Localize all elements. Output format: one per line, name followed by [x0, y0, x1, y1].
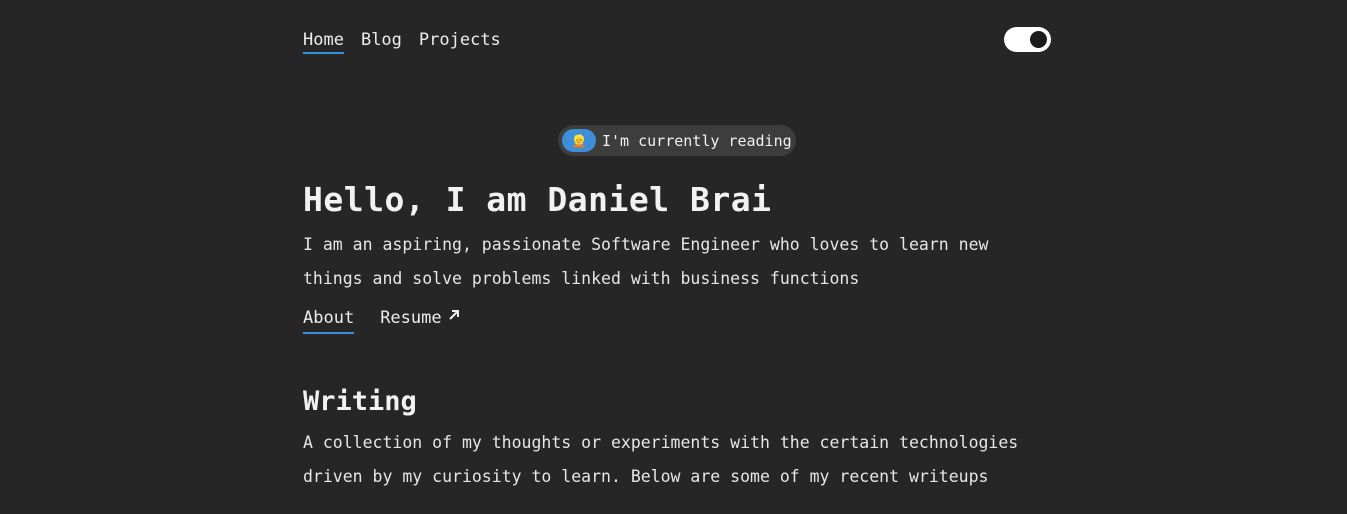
external-arrow-icon [448, 306, 460, 326]
profile-links: About Resume [303, 308, 460, 334]
hero-description: I am an aspiring, passionate Software En… [303, 235, 989, 288]
resume-link[interactable]: Resume [380, 308, 459, 334]
nav-projects-link[interactable]: Projects [419, 30, 501, 54]
currently-reading-badge[interactable]: 👱 I'm currently reading [558, 125, 796, 156]
about-link[interactable]: About [303, 308, 355, 334]
writing-section-description: A collection of my thoughts or experimen… [303, 433, 1019, 486]
writing-section-title: Writing [303, 386, 417, 417]
toggle-knob [1030, 31, 1047, 48]
reader-emoji-icon: 👱 [562, 129, 596, 152]
nav-blog-link[interactable]: Blog [361, 30, 402, 54]
page: Home Blog Projects 👱 I'm currently readi… [0, 0, 1347, 514]
reader-emoji: 👱 [571, 133, 587, 148]
nav-home-link[interactable]: Home [303, 30, 344, 54]
currently-reading-text: I'm currently reading [602, 131, 792, 150]
about-link-label: About [303, 308, 355, 328]
main-nav: Home Blog Projects [303, 30, 501, 54]
hero-title: Hello, I am Daniel Brai [303, 180, 772, 219]
theme-toggle[interactable] [1004, 27, 1051, 52]
resume-link-label: Resume [380, 308, 442, 328]
